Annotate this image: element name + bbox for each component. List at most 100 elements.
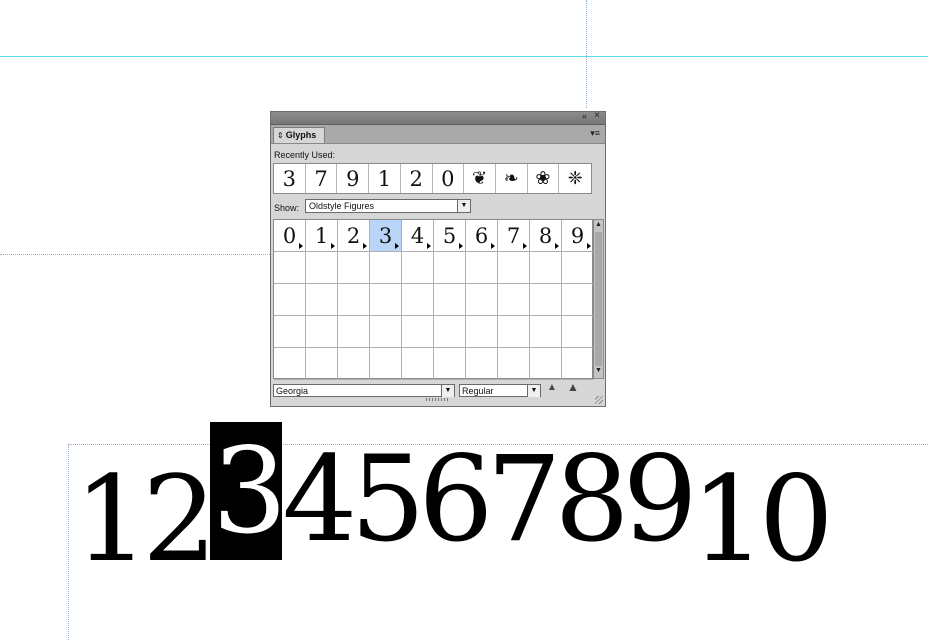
glyph-cell[interactable]: 7	[498, 220, 530, 252]
glyph-cell-empty	[274, 348, 306, 380]
text-character[interactable]: 0	[759, 450, 834, 588]
glyph-cell-empty	[562, 252, 594, 284]
recent-glyph[interactable]: 1	[369, 164, 401, 193]
glyph-cell[interactable]: 6	[466, 220, 498, 252]
resize-grip-icon[interactable]	[595, 396, 603, 404]
alternates-indicator-icon	[299, 243, 303, 249]
text-character[interactable]: 8	[555, 430, 630, 568]
glyph-cell-empty	[530, 252, 562, 284]
glyph-cell-empty	[306, 252, 338, 284]
glyph-cell-empty	[562, 316, 594, 348]
dropdown-arrow-icon[interactable]: ▼	[441, 385, 454, 397]
glyph-cell-empty	[466, 348, 498, 380]
font-family-dropdown[interactable]: Georgia ▼	[273, 384, 455, 397]
tab-glyphs-label: Glyphs	[285, 130, 317, 140]
glyph-cell-empty	[306, 348, 338, 380]
glyph-cell[interactable]: 8	[530, 220, 562, 252]
glyph-cell[interactable]: 9	[562, 220, 594, 252]
glyph-cell[interactable]: 3	[370, 220, 402, 252]
alternates-indicator-icon	[427, 243, 431, 249]
text-character[interactable]: 7	[486, 430, 561, 568]
recent-glyph[interactable]: 0	[433, 164, 465, 193]
collapse-icon[interactable]: «	[582, 111, 587, 121]
text-character[interactable]: 4	[282, 430, 357, 568]
recent-glyph[interactable]: 7	[306, 164, 338, 193]
recent-glyph-ornament[interactable]: ❈	[559, 164, 591, 193]
glyph-cell-empty	[338, 252, 370, 284]
zoom-in-icon[interactable]: ▲	[567, 380, 579, 394]
alternates-indicator-icon	[331, 243, 335, 249]
glyph-cell[interactable]: 1	[306, 220, 338, 252]
glyph-cell-empty	[466, 284, 498, 316]
dropdown-arrow-icon[interactable]: ▼	[527, 385, 540, 397]
glyph-cell[interactable]: 5	[434, 220, 466, 252]
glyph-cell-empty	[562, 284, 594, 316]
font-family-value: Georgia	[276, 386, 309, 396]
guide-vertical	[586, 0, 587, 108]
alternates-indicator-icon	[491, 243, 495, 249]
text-character[interactable]: 5	[350, 430, 425, 568]
alternates-indicator-icon	[459, 243, 463, 249]
glyph-cell-empty	[370, 252, 402, 284]
glyph-grid-area: 0123456789 ▲ ▼	[273, 219, 607, 380]
glyph-cell-empty	[402, 252, 434, 284]
recent-glyph-ornament[interactable]: ❦	[464, 164, 496, 193]
panel-bottom-grip[interactable]	[426, 398, 450, 401]
glyph-cell-empty	[402, 348, 434, 380]
show-dropdown[interactable]: Oldstyle Figures ▼	[305, 199, 471, 213]
glyph-cell-empty	[402, 316, 434, 348]
text-character[interactable]: 2	[142, 450, 217, 588]
recent-glyph[interactable]: 2	[401, 164, 433, 193]
recent-glyph[interactable]: 9	[337, 164, 370, 193]
alternates-indicator-icon	[363, 243, 367, 249]
font-style-dropdown[interactable]: Regular ▼	[459, 384, 541, 397]
selected-character[interactable]: 3	[210, 422, 287, 560]
close-icon[interactable]: ×	[594, 110, 600, 121]
glyph-cell-empty	[530, 316, 562, 348]
text-character[interactable]: 9	[623, 430, 698, 568]
guide-horizontal	[0, 56, 928, 57]
text-frame-edge-left	[68, 444, 69, 640]
glyph-cell-empty	[338, 348, 370, 380]
glyph-cell-empty	[306, 316, 338, 348]
glyph-grid: 0123456789	[273, 219, 594, 380]
glyph-cell-empty	[402, 284, 434, 316]
glyph-grid-scrollbar[interactable]: ▲ ▼	[593, 219, 604, 379]
glyph-cell-empty	[530, 284, 562, 316]
glyph-cell-empty	[498, 252, 530, 284]
glyph-cell-empty	[338, 284, 370, 316]
glyph-cell-empty	[498, 316, 530, 348]
scroll-up-icon[interactable]: ▲	[594, 221, 603, 231]
alternates-indicator-icon	[555, 243, 559, 249]
text-character[interactable]: 6	[418, 430, 493, 568]
dropdown-arrow-icon[interactable]: ▼	[457, 200, 470, 212]
scroll-down-icon[interactable]: ▼	[594, 367, 603, 377]
panel-titlebar[interactable]: « ×	[271, 110, 605, 125]
panel-menu-icon[interactable]: ▾≡	[590, 128, 600, 139]
recent-glyph-ornament[interactable]: ❧	[496, 164, 528, 193]
tab-glyphs[interactable]: ⇕ Glyphs	[273, 127, 325, 143]
glyph-cell-empty	[434, 284, 466, 316]
recently-used-label: Recently Used:	[274, 150, 336, 160]
zoom-out-icon[interactable]: ▲	[547, 382, 557, 393]
show-dropdown-value: Oldstyle Figures	[309, 201, 375, 211]
glyph-cell-empty	[274, 316, 306, 348]
glyph-cell-empty	[466, 252, 498, 284]
text-character[interactable]: 1	[74, 450, 149, 588]
recent-glyph[interactable]: 3	[274, 164, 306, 193]
glyph-cell-empty	[370, 284, 402, 316]
glyphs-panel: « × ⇕ Glyphs ▾≡ Recently Used: 3 7 9 1 2 …	[270, 110, 607, 407]
glyph-cell-empty	[530, 348, 562, 380]
show-label: Show:	[274, 203, 300, 213]
glyph-cell[interactable]: 2	[338, 220, 370, 252]
glyph-cell[interactable]: 4	[402, 220, 434, 252]
document-text-frame[interactable]: 12345678910	[74, 422, 834, 590]
glyph-cell[interactable]: 0	[274, 220, 306, 252]
glyph-cell-empty	[498, 284, 530, 316]
glyph-cell-empty	[338, 316, 370, 348]
recent-glyph-ornament[interactable]: ❀	[528, 164, 560, 193]
text-character[interactable]: 1	[691, 450, 766, 588]
scrollbar-thumb[interactable]	[595, 232, 602, 366]
expand-arrows-icon[interactable]: ⇕	[277, 131, 284, 140]
glyph-cell-empty	[466, 316, 498, 348]
